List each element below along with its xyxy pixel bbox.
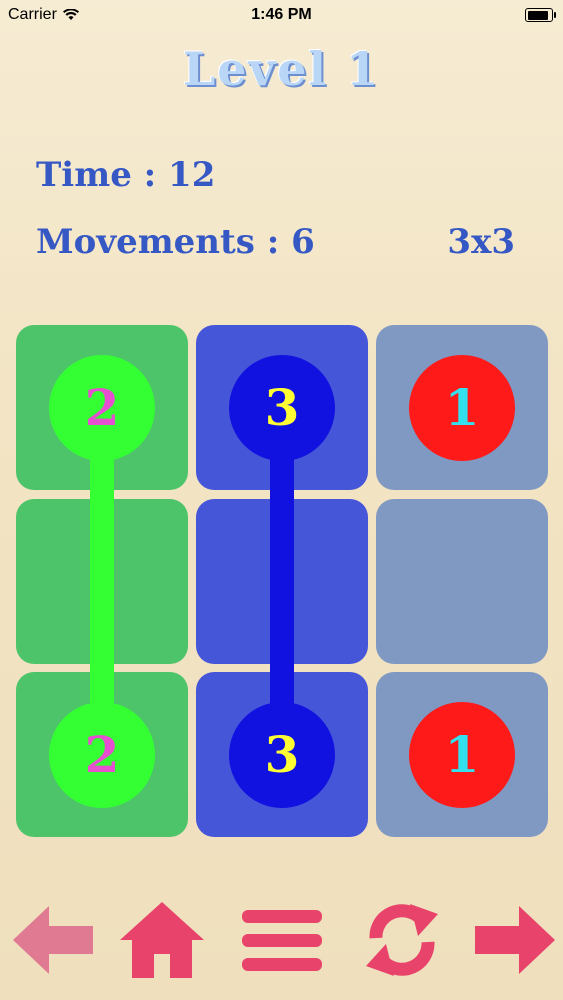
clock: 1:46 PM — [251, 6, 312, 23]
grid-size-label: 3x3 — [447, 222, 515, 262]
refresh-button[interactable] — [352, 895, 452, 985]
number-dot[interactable]: 2 — [49, 354, 155, 461]
forward-button[interactable] — [466, 895, 563, 985]
time-counter: Time : 12 — [36, 155, 216, 195]
refresh-icon — [366, 904, 438, 976]
home-button[interactable] — [112, 895, 212, 985]
bottom-toolbar — [0, 895, 563, 985]
number-dot[interactable]: 1 — [409, 354, 515, 461]
menu-button[interactable] — [232, 895, 332, 985]
battery-icon — [525, 8, 556, 22]
back-arrow-icon — [13, 906, 93, 974]
back-button[interactable] — [2, 895, 102, 985]
status-bar: Carrier 1:46 PM — [0, 0, 563, 30]
movements-counter: Movements : 6 — [36, 222, 315, 262]
menu-icon — [242, 910, 322, 971]
number-dot[interactable]: 3 — [229, 701, 335, 808]
number-dot[interactable]: 1 — [409, 701, 515, 808]
number-dot[interactable]: 2 — [49, 701, 155, 808]
level-title: Level 1 — [182, 42, 381, 96]
forward-arrow-icon — [475, 906, 555, 974]
board-cell[interactable] — [376, 499, 548, 664]
home-icon — [120, 902, 204, 978]
number-dot[interactable]: 3 — [229, 354, 335, 461]
